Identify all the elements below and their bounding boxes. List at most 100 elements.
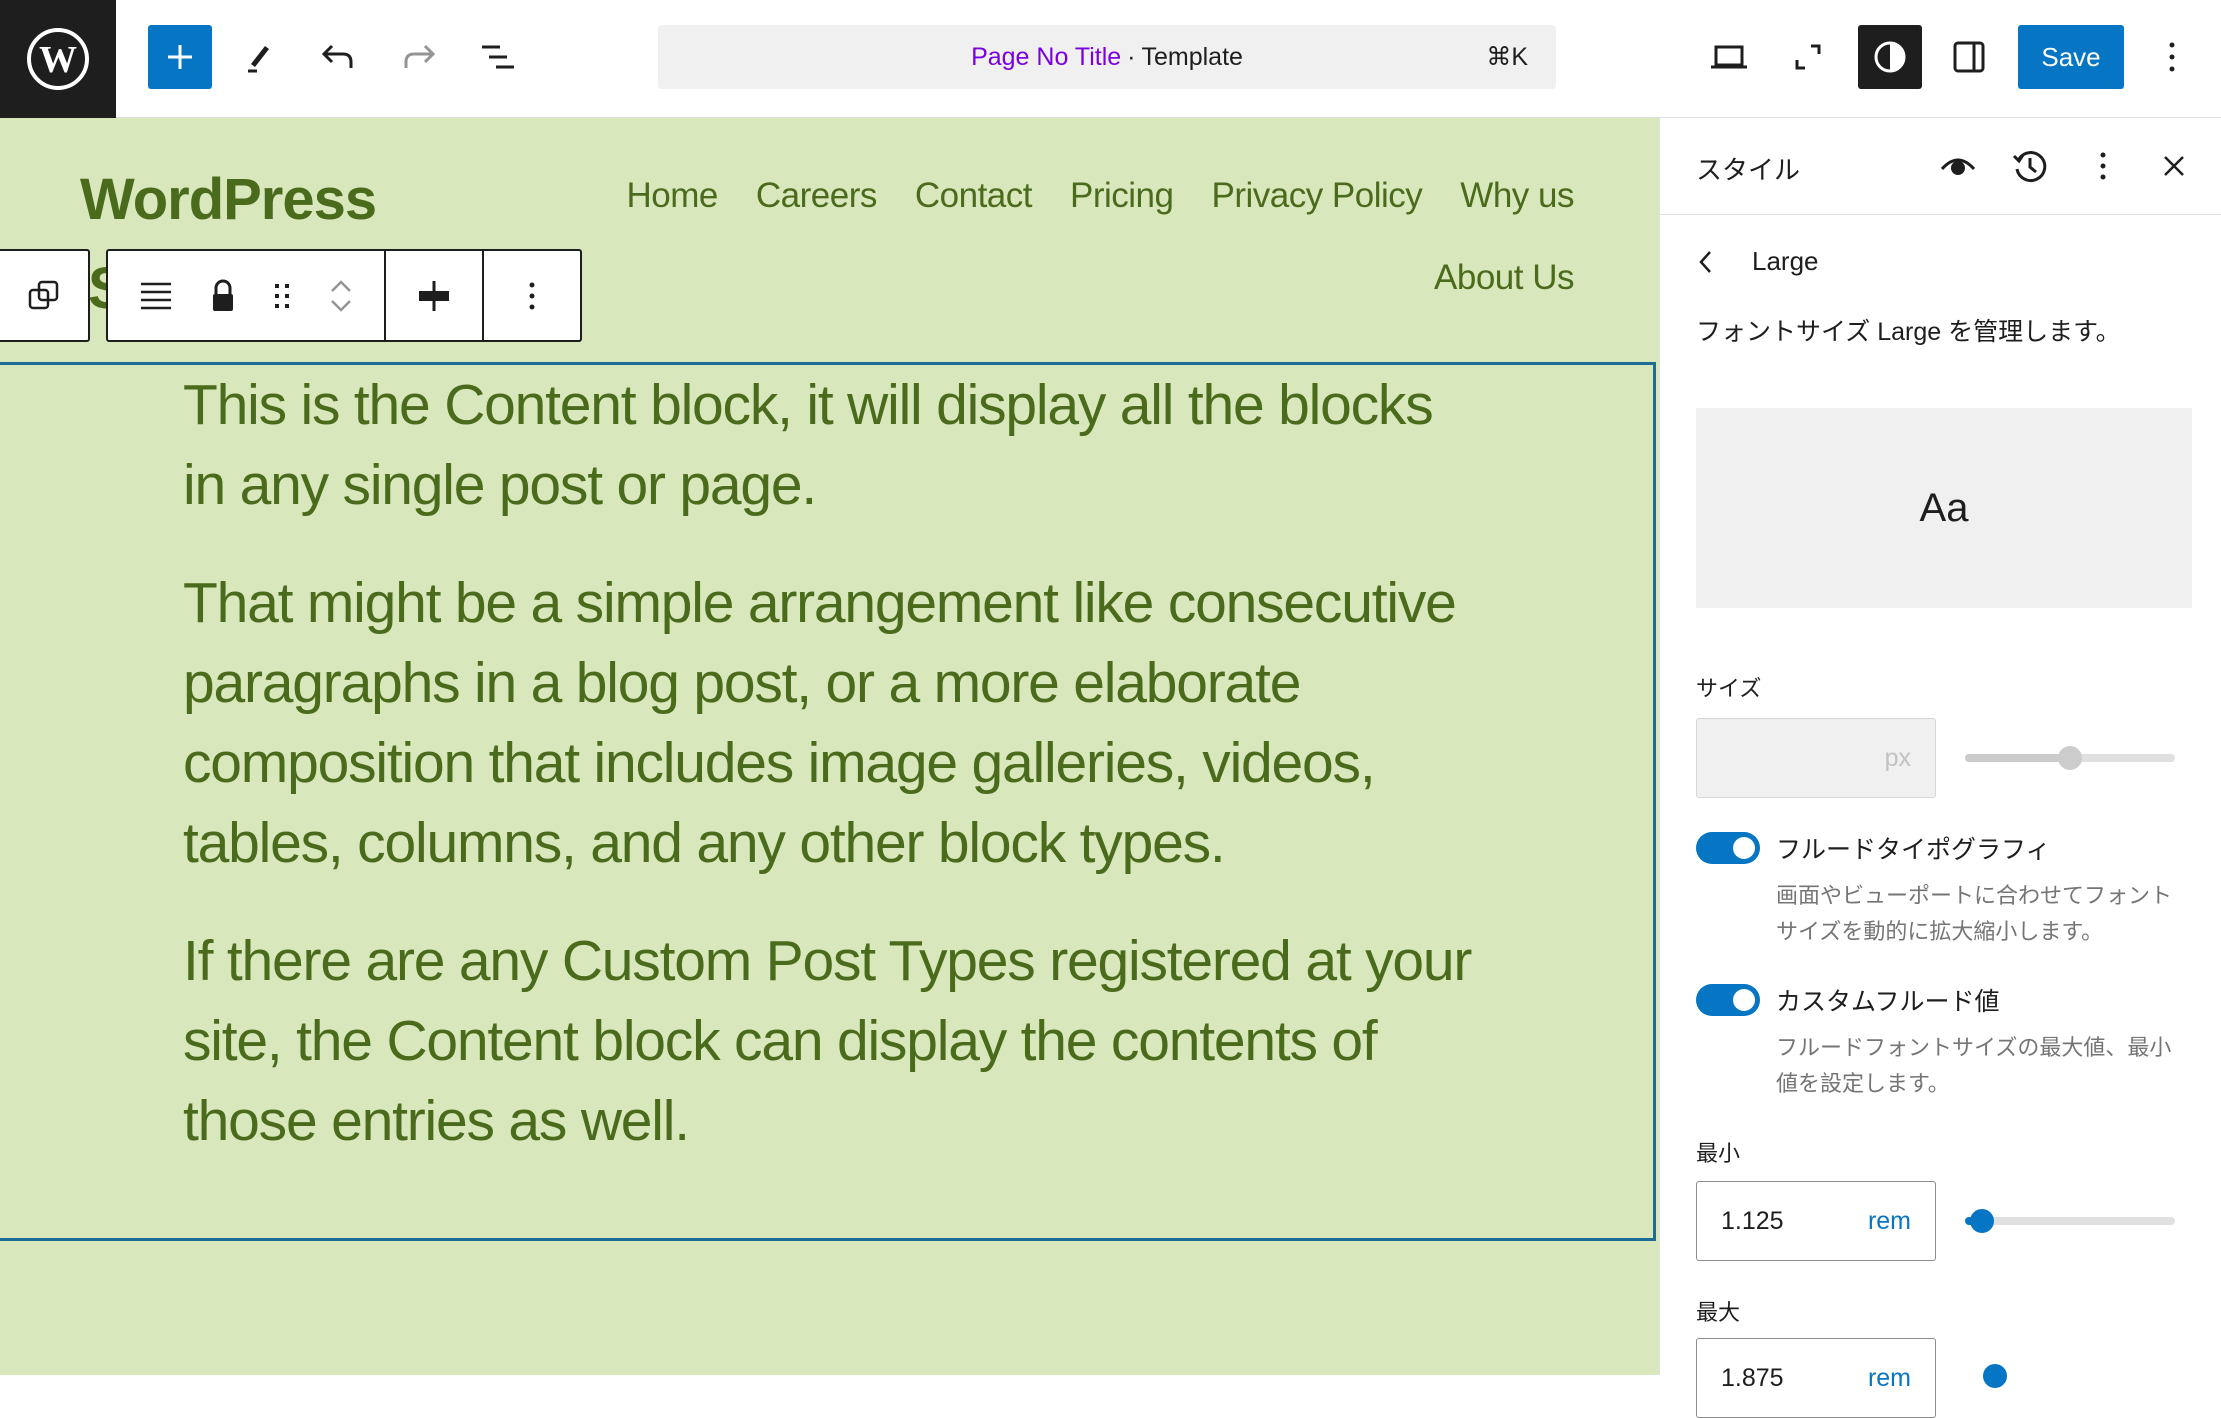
block-type-button[interactable] xyxy=(138,279,174,313)
command-palette-bar[interactable]: Page No Title · Template ⌘K xyxy=(658,25,1556,89)
nav-item-why-us[interactable]: Why us xyxy=(1460,176,1574,216)
options-button[interactable] xyxy=(2140,25,2204,89)
custom-fluid-help: フルードフォントサイズの最大値、最小値を設定します。 xyxy=(1776,1035,2172,1096)
select-parent-button[interactable] xyxy=(0,249,90,342)
size-slider-fill xyxy=(1965,754,2070,762)
contrast-icon xyxy=(1874,41,1906,73)
undo-button[interactable] xyxy=(306,25,370,89)
styles-button[interactable] xyxy=(1858,25,1922,89)
min-slider-thumb[interactable] xyxy=(1969,1209,1994,1233)
font-size-preview: Aa xyxy=(1696,408,2192,608)
lock-icon xyxy=(213,279,233,311)
sidebar-more-button[interactable] xyxy=(2083,146,2123,186)
redo-button[interactable] xyxy=(387,25,451,89)
max-slider-thumb[interactable] xyxy=(1983,1364,2007,1388)
wordpress-logo-icon: W xyxy=(27,28,89,90)
custom-fluid-toggle[interactable] xyxy=(1696,984,1760,1016)
chevron-down-icon[interactable] xyxy=(328,296,354,316)
undo-icon xyxy=(321,44,353,68)
nav-item-careers[interactable]: Careers xyxy=(756,176,877,216)
add-block-button[interactable] xyxy=(148,25,212,89)
drag-handle[interactable] xyxy=(272,279,292,313)
history-icon xyxy=(2012,151,2047,183)
toggle-knob xyxy=(1733,989,1755,1011)
min-value: 1.125 xyxy=(1721,1206,1784,1235)
block-controls-group xyxy=(106,249,386,342)
panel-heading: Large xyxy=(1752,246,1819,276)
save-button[interactable]: Save xyxy=(2018,25,2124,89)
fullscreen-button[interactable] xyxy=(1776,25,1840,89)
pencil-icon xyxy=(248,46,269,73)
fluid-typography-row: フルードタイポグラフィ 画面やビューポートに合わせてフォントサイズを動的に拡大縮… xyxy=(1696,830,2186,950)
toggle-knob xyxy=(1733,837,1755,859)
editor-top-bar: W Page No Title · Template ⌘K Save xyxy=(0,0,2221,118)
custom-fluid-label: カスタムフルード値 xyxy=(1776,988,2000,1016)
fluid-typography-toggle[interactable] xyxy=(1696,832,1760,864)
move-buttons xyxy=(328,276,354,316)
min-label: 最小 xyxy=(1696,1141,1741,1166)
nav-item-contact[interactable]: Contact xyxy=(915,176,1033,216)
document-title: Page No Title xyxy=(971,42,1122,71)
content-paragraph: That might be a simple arrangement like … xyxy=(183,571,1457,875)
close-icon xyxy=(2164,156,2184,176)
plus-icon xyxy=(168,45,192,69)
fluid-typography-label: フルードタイポグラフィ xyxy=(1776,836,2051,864)
size-slider[interactable] xyxy=(1965,746,2175,770)
more-vertical-icon xyxy=(529,282,535,309)
custom-fluid-row: カスタムフルード値 フルードフォントサイズの最大値、最小値を設定します。 xyxy=(1696,982,2186,1102)
align-button[interactable] xyxy=(386,249,484,342)
more-vertical-icon xyxy=(2100,152,2106,180)
site-title[interactable]: WordPress xyxy=(80,166,377,233)
drag-handle-icon xyxy=(275,283,289,308)
chevron-left-icon[interactable] xyxy=(1696,248,1716,276)
tools-button[interactable] xyxy=(226,25,290,89)
content-block-icon xyxy=(141,282,171,309)
parent-block-icon xyxy=(28,280,58,309)
editor-canvas[interactable]: WordPress S Home Careers Contact Pricing… xyxy=(0,118,1659,1375)
fullscreen-icon xyxy=(1795,44,1821,70)
size-unit: px xyxy=(1884,743,1911,772)
device-preview-button[interactable] xyxy=(1697,25,1761,89)
document-overview-button[interactable] xyxy=(466,25,530,89)
chevron-up-icon[interactable] xyxy=(328,276,354,296)
style-book-button[interactable] xyxy=(1938,146,1978,186)
min-input[interactable]: 1.125 rem xyxy=(1696,1181,1936,1261)
max-label: 最大 xyxy=(1696,1300,1741,1325)
list-view-icon xyxy=(482,45,514,69)
wordpress-logo-button[interactable]: W xyxy=(0,0,116,118)
revisions-button[interactable] xyxy=(2010,146,2050,186)
back-navigation[interactable]: Large xyxy=(1696,246,1819,277)
document-type: Template xyxy=(1141,42,1243,71)
nav-item-pricing[interactable]: Pricing xyxy=(1070,176,1174,216)
justify-center-icon xyxy=(419,280,449,311)
size-label: サイズ xyxy=(1696,676,1762,701)
settings-sidebar-button[interactable] xyxy=(1937,25,2001,89)
nav-item-privacy-policy[interactable]: Privacy Policy xyxy=(1211,176,1422,216)
title-separator: · xyxy=(1127,42,1136,71)
size-slider-thumb[interactable] xyxy=(2058,746,2082,770)
site-navigation: Home Careers Contact Pricing Privacy Pol… xyxy=(624,176,1575,298)
nav-item-about-us[interactable]: About Us xyxy=(1434,258,1574,298)
eye-icon xyxy=(1940,158,1976,175)
more-vertical-icon xyxy=(2169,42,2175,72)
svg-text:W: W xyxy=(39,39,77,81)
size-input[interactable]: px xyxy=(1696,718,1936,798)
min-unit[interactable]: rem xyxy=(1868,1207,1911,1236)
sidebar-title: スタイル xyxy=(1696,155,1801,185)
content-text: This is the Content block, it will displ… xyxy=(183,365,1483,1199)
max-input[interactable]: 1.875 rem xyxy=(1696,1338,1936,1418)
nav-item-home[interactable]: Home xyxy=(627,176,719,216)
max-unit[interactable]: rem xyxy=(1868,1364,1911,1393)
close-sidebar-button[interactable] xyxy=(2154,146,2194,186)
block-options-button[interactable] xyxy=(484,249,582,342)
lock-button[interactable] xyxy=(210,278,236,314)
post-content-block[interactable]: This is the Content block, it will displ… xyxy=(0,362,1656,1241)
sidebar-header: スタイル xyxy=(1660,118,2221,215)
command-shortcut: ⌘K xyxy=(1486,43,1528,71)
redo-icon xyxy=(404,44,436,68)
styles-sidebar: スタイル Large フォントサイズ Large を管理します。 Aa サイズ … xyxy=(1659,118,2221,1418)
content-paragraph: This is the Content block, it will displ… xyxy=(183,373,1434,517)
min-slider[interactable] xyxy=(1965,1209,2175,1233)
laptop-icon xyxy=(1711,45,1747,69)
content-paragraph: If there are any Custom Post Types regis… xyxy=(183,929,1472,1153)
